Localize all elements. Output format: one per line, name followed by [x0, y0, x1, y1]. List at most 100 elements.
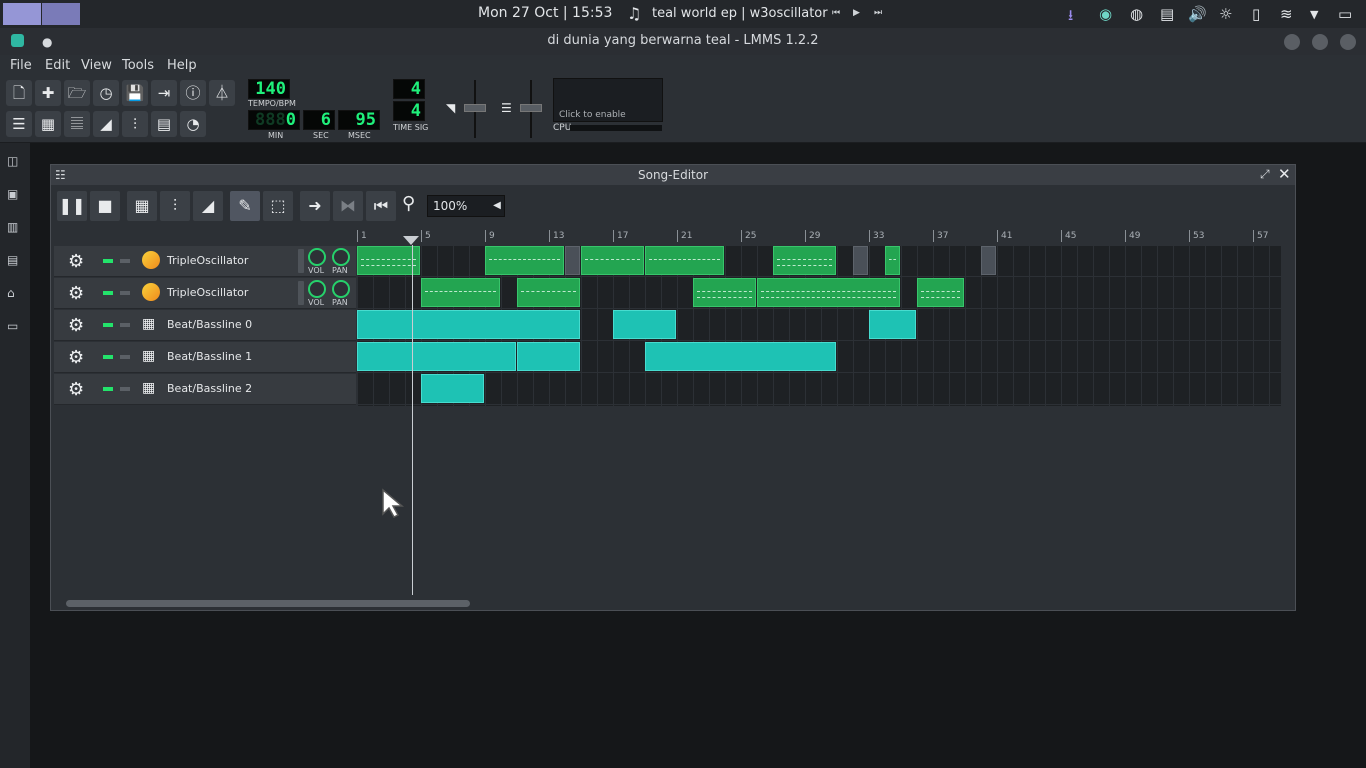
track-grip[interactable] [298, 249, 304, 273]
chevron-down-icon[interactable]: ▼ [1310, 8, 1318, 21]
track-grip[interactable] [298, 281, 304, 305]
timesig-denominator[interactable]: 4 [393, 101, 425, 121]
pause-button[interactable]: ❚❚ [57, 191, 87, 221]
project-notes-icon[interactable]: ▤ [151, 111, 177, 137]
close-icon[interactable]: ✕ [1278, 165, 1291, 183]
bb-clip[interactable] [517, 342, 580, 371]
track-header[interactable]: ⚙ ▦ Beat/Bassline 2 [54, 374, 356, 405]
pattern-clip[interactable] [693, 278, 756, 307]
solo-toggle[interactable] [120, 291, 130, 295]
gear-icon[interactable]: ⚙ [68, 347, 84, 368]
media-title[interactable]: teal world ep | w3oscillator [652, 6, 828, 21]
update-icon[interactable]: ⭳ [1068, 5, 1073, 30]
volume-knob[interactable] [308, 280, 326, 298]
mute-toggle[interactable] [103, 355, 113, 359]
volume-icon[interactable]: 🔊 [1188, 5, 1207, 23]
solo-toggle[interactable] [120, 387, 130, 391]
track-header[interactable]: ⚙ TripleOscillator VOL PAN [54, 246, 356, 277]
track-lane[interactable] [357, 374, 1281, 405]
pattern-clip[interactable] [517, 278, 580, 307]
restore-icon[interactable]: ⤢ [1260, 167, 1270, 182]
save-project-icon[interactable]: 💾 [122, 80, 148, 106]
bb-clip[interactable] [869, 310, 916, 339]
mute-toggle[interactable] [103, 387, 113, 391]
mute-toggle[interactable] [103, 259, 113, 263]
fx-mixer-icon[interactable]: ⫶ [122, 111, 148, 137]
pattern-clip[interactable] [757, 278, 900, 307]
edit-mode-button[interactable]: ⬚ [263, 191, 293, 221]
track-header[interactable]: ⚙ TripleOscillator VOL PAN [54, 278, 356, 309]
pattern-clip[interactable] [581, 246, 644, 275]
tempo-display[interactable]: 140 [248, 79, 290, 99]
pattern-clip[interactable] [357, 246, 420, 275]
track-header[interactable]: ⚙ ▦ Beat/Bassline 1 [54, 342, 356, 373]
empty-pattern-clip[interactable] [981, 246, 996, 275]
pattern-clip[interactable] [773, 246, 836, 275]
track-lane[interactable] [357, 278, 1281, 309]
clipboard-icon[interactable]: ▤ [1160, 5, 1174, 23]
pan-knob[interactable] [332, 248, 350, 266]
beat-bassline-editor-icon[interactable]: ▦ [35, 111, 61, 137]
pan-knob[interactable] [332, 280, 350, 298]
media-next-icon[interactable]: ⏭ [874, 8, 882, 18]
bb-clip[interactable] [421, 374, 484, 403]
pattern-clip[interactable] [885, 246, 900, 275]
maximize-button[interactable] [1312, 34, 1328, 50]
network-status-icon[interactable]: ◍ [1130, 5, 1143, 23]
media-play-icon[interactable]: ▶ [853, 8, 860, 18]
gear-icon[interactable]: ⚙ [68, 283, 84, 304]
add-automation-track-button[interactable]: ◢ [193, 191, 223, 221]
bb-clip[interactable] [613, 310, 676, 339]
track-name[interactable]: Beat/Bassline 0 [167, 318, 252, 331]
pattern-clip[interactable] [421, 278, 500, 307]
add-beat-bassline-button[interactable]: ▦ [127, 191, 157, 221]
new-project-icon[interactable]: 🗋 [6, 80, 32, 106]
song-editor-icon[interactable]: ☰ [6, 111, 32, 137]
solo-toggle[interactable] [120, 259, 130, 263]
menu-help[interactable]: Help [167, 58, 197, 73]
master-pitch-slider-knob[interactable] [520, 104, 542, 112]
presets-icon[interactable]: ▤ [7, 253, 21, 267]
controller-rack-icon[interactable]: ◔ [180, 111, 206, 137]
minimize-button[interactable] [1284, 34, 1300, 50]
track-lanes[interactable] [357, 246, 1281, 406]
volume-knob[interactable] [308, 248, 326, 266]
home-icon[interactable]: ⌂ [7, 286, 21, 300]
piano-roll-icon[interactable]: 𝄚 [64, 111, 90, 137]
master-volume-slider-knob[interactable] [464, 104, 486, 112]
menu-edit[interactable]: Edit [45, 58, 70, 73]
menu-tools[interactable]: Tools [122, 58, 154, 73]
stop-behavior-button[interactable]: ⏮ [366, 191, 396, 221]
brightness-icon[interactable]: ☼ [1219, 5, 1232, 23]
playhead-marker[interactable] [403, 236, 419, 245]
song-editor-titlebar[interactable]: ☷ Song-Editor ⤢ ✕ [51, 165, 1295, 185]
track-lane[interactable] [357, 342, 1281, 373]
instrument-plugins-icon[interactable]: ◫ [7, 154, 21, 168]
screen-icon[interactable]: ▭ [1338, 5, 1352, 23]
add-sample-track-button[interactable]: ⫶ [160, 191, 190, 221]
projects-icon[interactable]: ▣ [7, 187, 21, 201]
cpu-click-to-enable[interactable]: Click to enable [559, 110, 626, 120]
pattern-clip[interactable] [645, 246, 724, 275]
phone-icon[interactable]: ▯ [1252, 5, 1260, 23]
gear-icon[interactable]: ⚙ [68, 251, 84, 272]
track-name[interactable]: TripleOscillator [167, 254, 248, 267]
workspace-2[interactable] [42, 3, 80, 25]
recent-projects-icon[interactable]: ◷ [93, 80, 119, 106]
menu-file[interactable]: File [10, 58, 32, 73]
bb-clip[interactable] [357, 342, 516, 371]
solo-toggle[interactable] [120, 323, 130, 327]
timesig-numerator[interactable]: 4 [393, 79, 425, 99]
timeline-ruler[interactable]: 1 5 9 13 17 21 25 29 33 37 41 45 49 53 5… [357, 228, 1281, 244]
gear-icon[interactable]: ⚙ [68, 315, 84, 336]
stop-button[interactable]: ■ [90, 191, 120, 221]
track-name[interactable]: TripleOscillator [167, 286, 248, 299]
horizontal-scrollbar[interactable] [66, 600, 470, 607]
pattern-clip[interactable] [917, 278, 964, 307]
track-name[interactable]: Beat/Bassline 2 [167, 382, 252, 395]
mute-toggle[interactable] [103, 291, 113, 295]
samples-icon[interactable]: ▥ [7, 220, 21, 234]
loop-points-button[interactable]: ⧓ [333, 191, 363, 221]
new-from-template-icon[interactable]: ✚ [35, 80, 61, 106]
pattern-clip[interactable] [485, 246, 564, 275]
